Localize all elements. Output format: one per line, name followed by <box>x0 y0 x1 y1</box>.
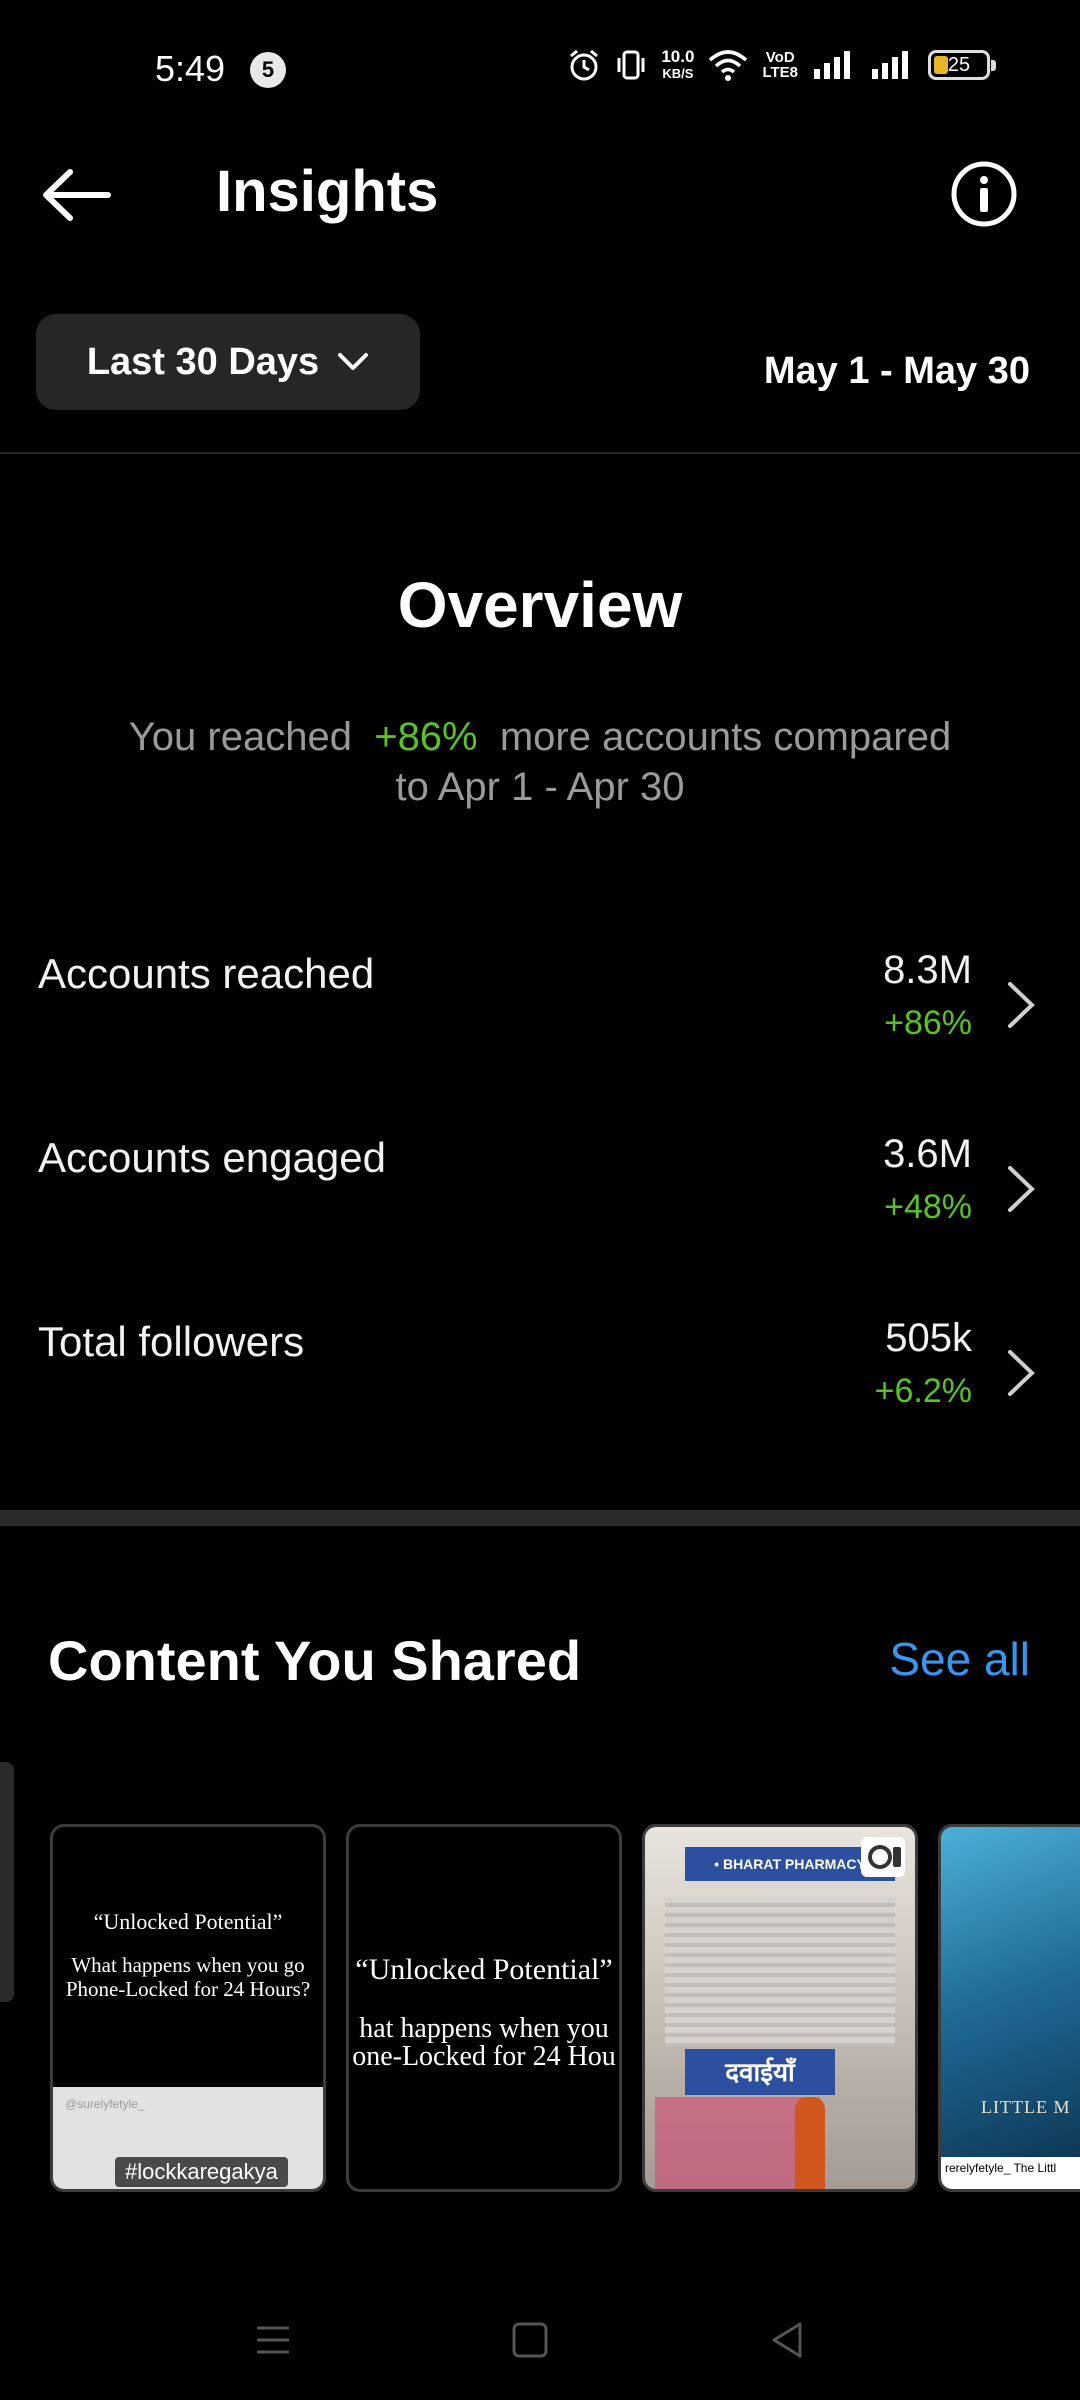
scroll-handle[interactable] <box>0 1762 14 2002</box>
status-icons: 10.0 KB/S VoD LTE8 25 <box>567 47 996 82</box>
shop-sign-2: दवाईयाँ <box>685 2049 835 2095</box>
thumbnail-caption: rerelyfetyle_ The Littl <box>941 2157 1080 2189</box>
metric-label: Accounts reached <box>38 950 375 997</box>
person <box>795 2097 825 2189</box>
date-range-text: May 1 - May 30 <box>763 350 1030 392</box>
alarm-icon <box>570 49 599 81</box>
home-icon[interactable] <box>500 2310 560 2370</box>
chevron-right-icon <box>1008 1350 1035 1396</box>
metric-value: 3.6M <box>883 1132 972 1176</box>
see-all-link[interactable]: See all <box>889 1632 1030 1686</box>
notification-count-badge: 5 <box>250 52 286 88</box>
chevron-down-icon <box>338 353 369 370</box>
metric-value: 505k <box>885 1316 972 1360</box>
info-icon <box>951 161 1017 227</box>
metric-row-accounts-reached[interactable]: Accounts reached 8.3M +86% <box>0 948 1080 1080</box>
thumbnail-hashtag: #lockkaregakya <box>115 2157 288 2187</box>
back-triangle-icon[interactable] <box>758 2310 818 2370</box>
chevron-right-icon <box>1008 1166 1035 1212</box>
thumbnail-poster <box>941 1827 1080 2189</box>
section-divider <box>0 1510 1080 1526</box>
battery-level: 25 <box>947 53 971 76</box>
metric-label: Total followers <box>38 1318 305 1365</box>
metric-row-accounts-engaged[interactable]: Accounts engaged 3.6M +48% <box>0 1132 1080 1264</box>
signal-icon <box>814 51 850 79</box>
shop-shutter <box>665 1897 895 2047</box>
metric-row-total-followers[interactable]: Total followers 505k +6.2% <box>0 1316 1080 1448</box>
content-thumbnail[interactable]: LITTLE M rerelyfetyle_ The Littl <box>938 1824 1080 2192</box>
content-thumbnail[interactable]: “Unlocked Potential” hat happens when yo… <box>346 1824 622 2192</box>
status-time: 5:49 <box>155 48 226 89</box>
metric-change: +48% <box>884 1188 972 1226</box>
overview-title: Overview <box>397 569 683 641</box>
vibrate-icon <box>617 50 645 80</box>
content-thumbnail[interactable]: • BHARAT PHARMACY दवाईयाँ <box>642 1824 918 2192</box>
thumbnail-quote-body: What happens when you go Phone-Locked fo… <box>65 1953 311 2001</box>
chevron-right-icon <box>1008 982 1035 1028</box>
thumbnail-handle: @surelyfetyle_ <box>65 2097 145 2111</box>
overview-change: +86% <box>374 715 478 759</box>
overview-description: You reached +86% more accounts compared … <box>128 715 952 809</box>
info-button[interactable] <box>950 160 1018 228</box>
reel-icon <box>861 1837 905 1877</box>
wifi-icon <box>709 50 748 81</box>
thumbnail-quote-body: hat happens when you one-Locked for 24 H… <box>352 2013 616 2072</box>
poster-title: LITTLE M <box>981 2097 1071 2117</box>
back-arrow-icon <box>43 169 111 221</box>
divider <box>0 452 1080 454</box>
metric-label: Accounts engaged <box>38 1134 386 1181</box>
net-speed: 10.0 KB/S <box>661 47 695 81</box>
date-range-dropdown[interactable]: Last 30 Days <box>36 314 420 410</box>
thumbnail-quote-title: “Unlocked Potential” <box>93 1909 283 1934</box>
metric-change: +86% <box>884 1004 972 1042</box>
volte-indicator: VoD LTE8 <box>762 49 798 81</box>
date-range-dropdown-label: Last 30 Days <box>86 340 320 383</box>
back-button[interactable] <box>40 160 130 230</box>
content-thumbnail[interactable]: “Unlocked Potential” What happens when y… <box>50 1824 326 2192</box>
metric-value: 8.3M <box>883 948 972 992</box>
battery-icon: 25 <box>928 50 996 80</box>
content-section-title: Content You Shared <box>48 1629 582 1692</box>
menu-icon[interactable] <box>243 2310 303 2370</box>
signal-icon-2 <box>872 51 908 79</box>
thumbnail-quote-title: “Unlocked Potential” <box>355 1953 613 1986</box>
page-title: Insights <box>216 159 439 224</box>
metric-change: +6.2% <box>874 1372 972 1410</box>
